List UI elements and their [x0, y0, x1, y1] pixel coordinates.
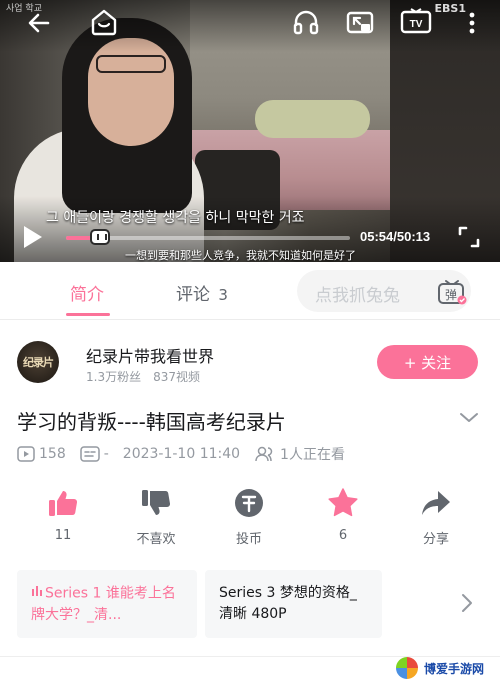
now-playing-icon — [31, 583, 43, 604]
coin-button[interactable]: 投币 — [219, 486, 279, 547]
tv-cast-icon[interactable]: TV — [398, 6, 434, 38]
favorite-button[interactable]: 6 — [313, 486, 373, 543]
playback-time: 05:54/50:13 — [360, 229, 431, 244]
coin-label: 投币 — [235, 532, 262, 547]
uploader-name[interactable]: 纪录片带我看世界 — [86, 343, 214, 367]
uploader-avatar[interactable]: 纪录片 — [17, 341, 59, 383]
watching-now: 1人正在看 — [280, 447, 345, 463]
coin-icon — [219, 486, 279, 520]
like-button[interactable]: 11 — [33, 486, 93, 543]
video-title: 学习的背叛----韩国高考纪录片 — [17, 410, 286, 434]
tab-comments-label: 评论 — [176, 285, 210, 305]
series-1-title: Series 1 谁能考上名牌大学？_清... — [31, 585, 176, 623]
thumbs-up-icon — [33, 486, 93, 520]
korean-subtitle: 그 애들이랑 경쟁할 생각을 하니 막막한 거죠 — [46, 210, 305, 226]
chevron-right-icon[interactable] — [460, 592, 478, 616]
danmaku-count: - — [103, 446, 109, 462]
tab-active-indicator — [66, 313, 110, 316]
danmaku-toggle-label: 弹 — [445, 288, 457, 302]
thumbs-down-icon — [126, 486, 186, 520]
danmaku-toggle-button[interactable]: 弹 — [437, 278, 467, 306]
publish-datetime: 2023-1-10 11:40 — [122, 446, 241, 462]
dislike-label: 不喜欢 — [136, 532, 176, 547]
view-count: 158 — [39, 446, 66, 462]
share-button[interactable]: 分享 — [406, 486, 466, 547]
like-count: 11 — [54, 528, 72, 543]
home-icon[interactable] — [88, 6, 120, 38]
progress-bar[interactable] — [66, 229, 350, 245]
dislike-button[interactable]: 不喜欢 — [126, 486, 186, 547]
follow-button[interactable]: + 关注 — [377, 345, 478, 379]
avatar-text: 纪录片 — [23, 356, 54, 369]
share-label: 分享 — [422, 532, 449, 547]
danmaku-count-icon — [79, 446, 100, 462]
series-card-3[interactable]: Series 3 梦想的资格_清晰 480P — [205, 570, 382, 638]
series-3-title: Series 3 梦想的资格_清晰 480P — [219, 585, 357, 622]
tab-comments-count: 3 — [218, 286, 228, 304]
video-count: 837视频 — [153, 370, 200, 384]
watermark-logo-icon — [396, 657, 418, 679]
play-count-icon — [17, 446, 35, 462]
svg-text:TV: TV — [410, 19, 423, 30]
chevron-down-icon[interactable] — [457, 406, 481, 430]
video-detail-page: 사업 학교 EBS1 TV 그 애들이랑 경쟁할 생각을 하니 막막한 거죠 一… — [0, 0, 500, 684]
headphones-icon[interactable] — [290, 6, 322, 38]
more-menu-icon[interactable] — [462, 8, 482, 38]
tab-intro[interactable]: 简介 — [70, 280, 104, 305]
share-arrow-icon — [406, 486, 466, 520]
viewers-icon — [254, 446, 276, 462]
video-meta-row: 158 - 2023-1-10 11:40 1人正在看 — [17, 444, 345, 464]
star-icon — [313, 486, 373, 520]
play-icon[interactable] — [18, 223, 46, 251]
video-player[interactable]: 사업 학교 EBS1 TV 그 애들이랑 경쟁할 생각을 하니 막막한 거죠 一… — [0, 0, 500, 262]
danmaku-placeholder: 点我抓兔兔 — [315, 286, 400, 306]
favorite-count: 6 — [338, 528, 348, 543]
progress-handle[interactable] — [89, 229, 110, 245]
fullscreen-icon[interactable] — [454, 222, 484, 252]
tab-comments[interactable]: 评论 3 — [176, 280, 228, 305]
uploader-stats: 1.3万粉丝 837视频 — [86, 368, 200, 385]
series-card-1[interactable]: Series 1 谁能考上名牌大学？_清... — [17, 570, 197, 638]
picture-in-picture-icon[interactable] — [344, 8, 376, 38]
site-watermark: 博爱手游网 — [396, 656, 496, 680]
back-arrow-icon[interactable] — [24, 8, 54, 38]
watermark-text: 博爱手游网 — [424, 661, 485, 676]
follower-count: 1.3万粉丝 — [86, 370, 142, 384]
chinese-subtitle: 一想到要和那些人竞争，我就不知道如何是好了 — [125, 249, 356, 262]
